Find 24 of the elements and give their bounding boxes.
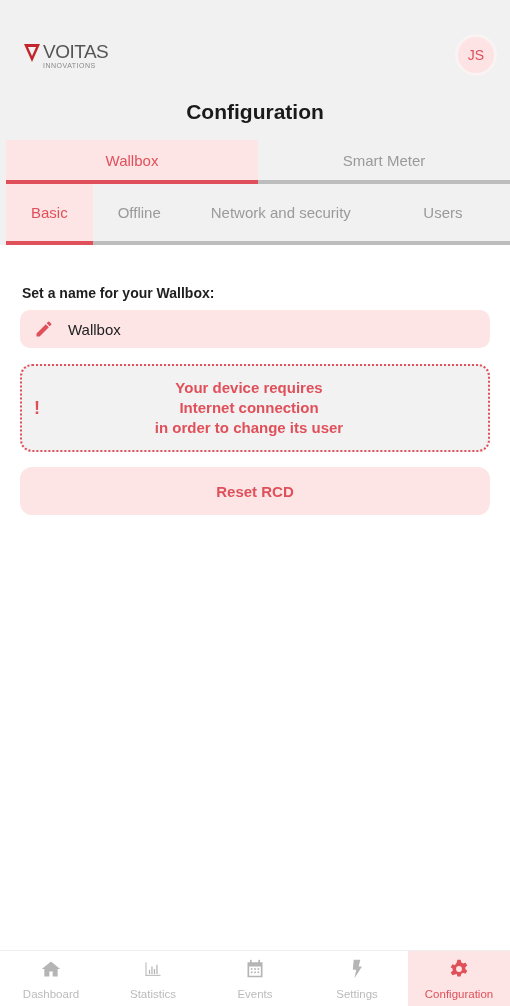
name-field[interactable]: Wallbox [20,310,490,348]
user-avatar[interactable]: JS [458,37,494,73]
tab[interactable]: Smart Meter [258,140,510,184]
calendar-icon [245,959,265,979]
nav-tab[interactable]: Statistics [102,951,204,1006]
subtab[interactable]: Basic [6,184,93,245]
gear-icon [449,959,469,979]
page-title: Configuration [185,100,325,124]
bar-chart-icon [143,959,163,979]
logo-name: VOITAS [43,41,109,62]
nav-tab[interactable]: Settings [306,951,408,1006]
nav-tab[interactable]: Events [204,951,306,1006]
warning-text: Your device requires Internet connection in order to change its user [153,378,345,438]
logo-triangle-icon [24,43,40,62]
exclamation-icon: ! [34,397,48,419]
reset-button[interactable]: Reset RCD [20,467,490,515]
nav-tab[interactable]: Dashboard [0,951,102,1006]
tab[interactable]: Wallbox [6,140,258,184]
subtab[interactable]: Offline [92,184,186,245]
subtab[interactable]: Network and security [185,184,376,245]
home-icon [41,959,61,979]
field-label: Set a name for your Wallbox: [22,285,216,301]
nav-tab[interactable]: Configuration [408,951,510,1006]
subtab[interactable]: Users [375,184,510,245]
